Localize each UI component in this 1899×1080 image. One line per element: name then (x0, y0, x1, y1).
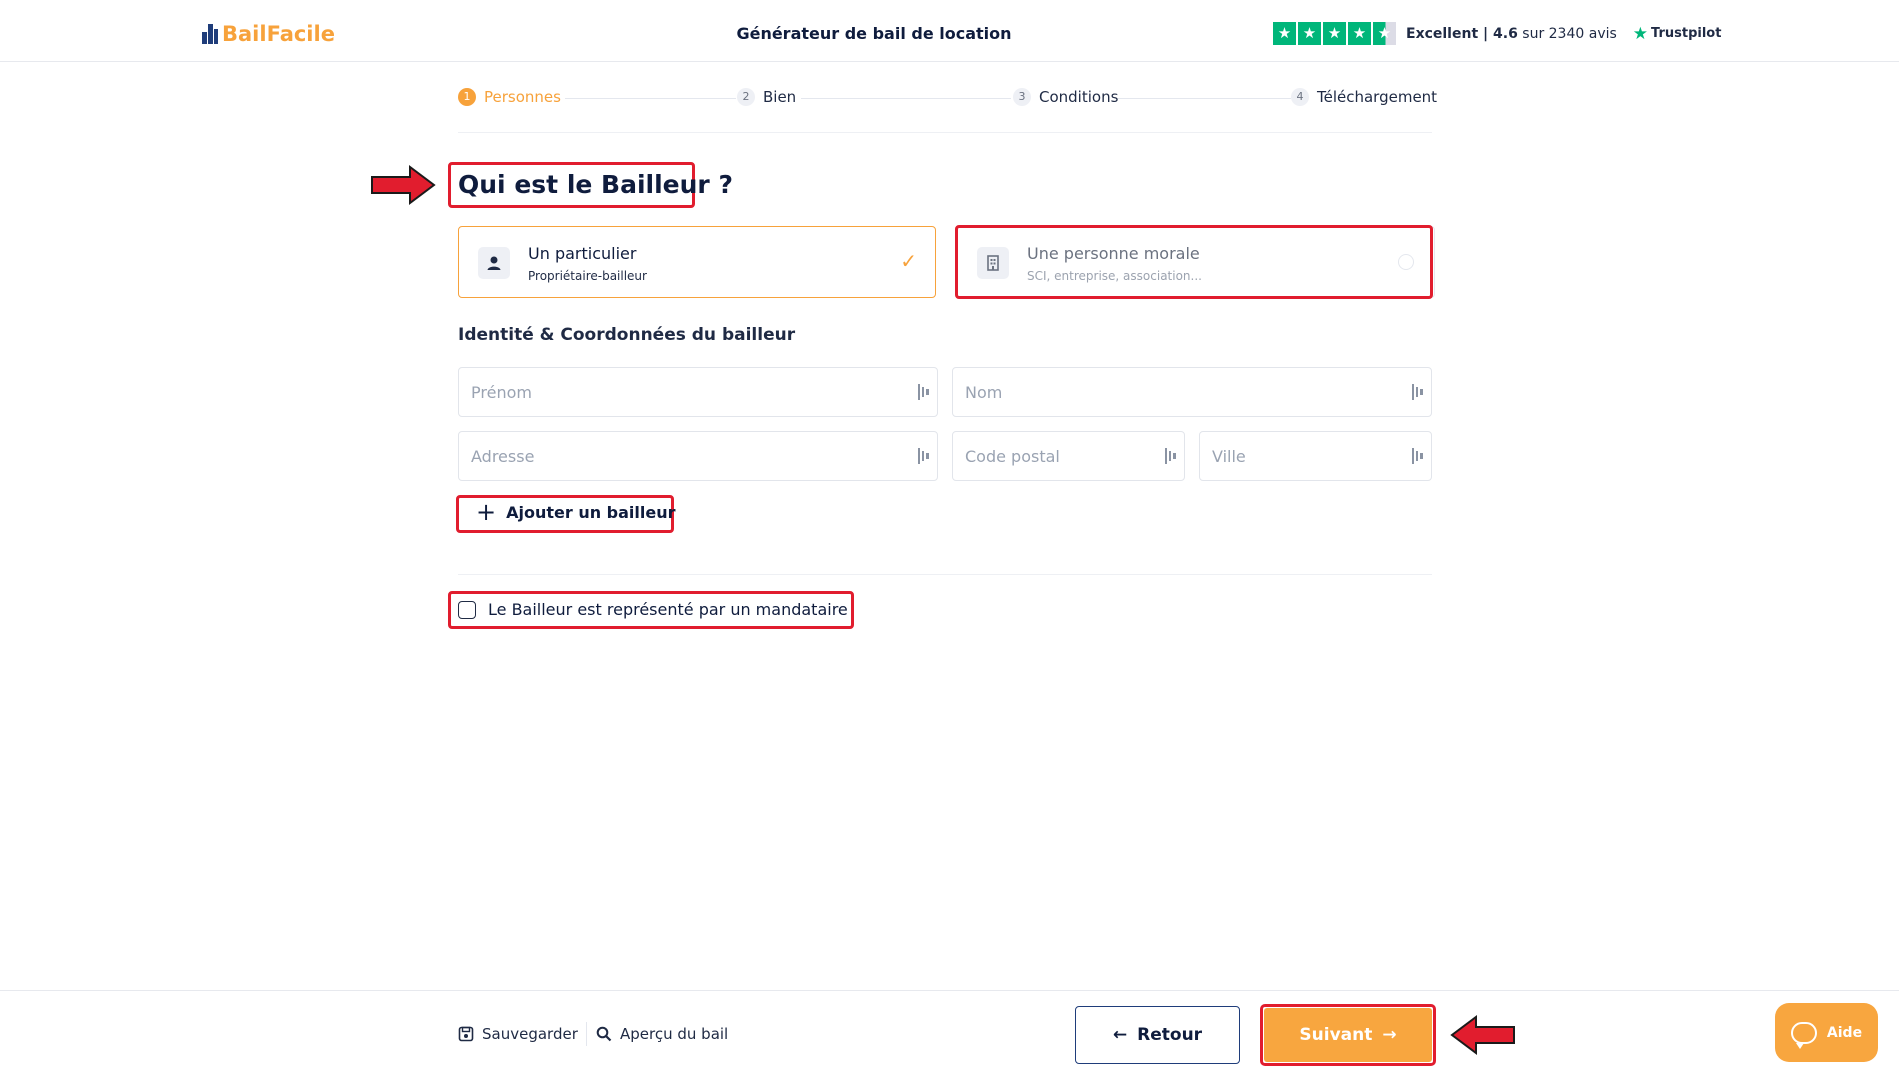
ville-field[interactable] (1199, 431, 1432, 481)
rating-label: Excellent (1406, 25, 1479, 42)
person-icon (478, 247, 510, 279)
step-number: 3 (1013, 88, 1031, 106)
add-bailleur-button[interactable]: + Ajouter un bailleur (476, 498, 676, 526)
step-label: Bien (763, 88, 797, 106)
step-conditions[interactable]: 3 Conditions (1013, 88, 1119, 106)
preview-label: Aperçu du bail (620, 1025, 729, 1043)
arrow-left-icon: ← (1112, 1025, 1128, 1045)
trustpilot-logo: ★ Trustpilot (1633, 24, 1722, 44)
preview-button[interactable]: Aperçu du bail (596, 1025, 728, 1043)
star-icon: ★ (1273, 22, 1296, 45)
step-label: Personnes (484, 88, 561, 106)
trustpilot-rating[interactable]: ★ ★ ★ ★ ★ Excellent | 4.6 sur 2340 avis … (1273, 22, 1721, 45)
section-heading: Identité & Coordonnées du bailleur (458, 325, 796, 345)
text-cursor-icon (1164, 448, 1178, 464)
check-icon: ✓ (900, 249, 917, 273)
adresse-field[interactable] (458, 431, 938, 481)
rating-value: 4.6 (1493, 25, 1518, 42)
progress-stepper: 1 Personnes 2 Bien 3 Conditions 4 Téléch… (458, 88, 1438, 110)
top-header: BailFacile Générateur de bail de locatio… (0, 0, 1899, 62)
divider (458, 574, 1432, 575)
rating-suffix: sur 2340 avis (1522, 25, 1617, 42)
annotation-arrow-right-icon (371, 165, 436, 205)
step-label: Conditions (1039, 88, 1119, 106)
annotation-arrow-left-icon (1450, 1015, 1515, 1055)
text-cursor-icon (1411, 448, 1425, 464)
step-number: 2 (737, 88, 755, 106)
step-telechargement[interactable]: 4 Téléchargement (1291, 88, 1438, 106)
save-button[interactable]: Sauvegarder (458, 1025, 578, 1043)
card-title: Un particulier (528, 244, 637, 263)
star-icon: ★ (1323, 22, 1346, 45)
prenom-field[interactable] (458, 367, 938, 417)
next-label: Suivant (1299, 1025, 1373, 1045)
step-number: 4 (1291, 88, 1309, 106)
rating-stars: ★ ★ ★ ★ ★ (1273, 22, 1396, 45)
card-un-particulier[interactable]: Un particulier Propriétaire-bailleur ✓ (458, 226, 936, 298)
mandataire-label: Le Bailleur est représenté par un mandat… (488, 600, 848, 619)
annotation-highlight (955, 225, 1433, 299)
ville-input[interactable] (1200, 432, 1431, 480)
step-bien[interactable]: 2 Bien (737, 88, 797, 106)
trustpilot-text: Trustpilot (1651, 26, 1722, 41)
arrow-right-icon: → (1382, 1025, 1397, 1045)
trustpilot-star-icon: ★ (1632, 23, 1649, 44)
code-postal-input[interactable] (953, 432, 1184, 480)
text-cursor-icon (1411, 384, 1425, 400)
help-button[interactable]: Aide (1775, 1003, 1878, 1062)
save-label: Sauvegarder (482, 1025, 578, 1043)
add-bailleur-label: Ajouter un bailleur (506, 502, 676, 522)
divider (458, 132, 1432, 133)
divider (586, 1022, 587, 1046)
step-label: Téléchargement (1317, 88, 1438, 106)
card-subtitle: Propriétaire-bailleur (528, 269, 647, 283)
nom-input[interactable] (953, 368, 1431, 416)
half-star-icon: ★ (1373, 22, 1396, 45)
step-number: 1 (458, 88, 476, 106)
stepper-line (801, 98, 1011, 99)
help-label: Aide (1826, 1024, 1863, 1041)
star-icon: ★ (1298, 22, 1321, 45)
rating-text: Excellent | 4.6 sur 2340 avis (1406, 25, 1617, 42)
step-personnes[interactable]: 1 Personnes (458, 88, 561, 106)
nom-field[interactable] (952, 367, 1432, 417)
prenom-input[interactable] (459, 368, 937, 416)
chat-bubble-icon (1790, 1021, 1817, 1049)
back-label: Retour (1137, 1025, 1203, 1045)
back-button[interactable]: ← Retour (1075, 1006, 1240, 1064)
next-button[interactable]: Suivant → (1264, 1008, 1432, 1062)
plus-icon: + (476, 498, 497, 526)
adresse-input[interactable] (459, 432, 937, 480)
code-postal-field[interactable] (952, 431, 1185, 481)
mandataire-checkbox[interactable] (458, 600, 476, 619)
page-title: Qui est le Bailleur ? (458, 170, 733, 199)
text-cursor-icon (917, 448, 931, 464)
star-icon: ★ (1348, 22, 1371, 45)
text-cursor-icon (917, 384, 931, 400)
search-icon (596, 1026, 612, 1042)
bottom-toolbar (0, 990, 1899, 1080)
mandataire-checkbox-row[interactable]: Le Bailleur est représenté par un mandat… (458, 600, 848, 619)
floppy-disk-icon (458, 1026, 474, 1042)
stepper-line (565, 98, 736, 99)
